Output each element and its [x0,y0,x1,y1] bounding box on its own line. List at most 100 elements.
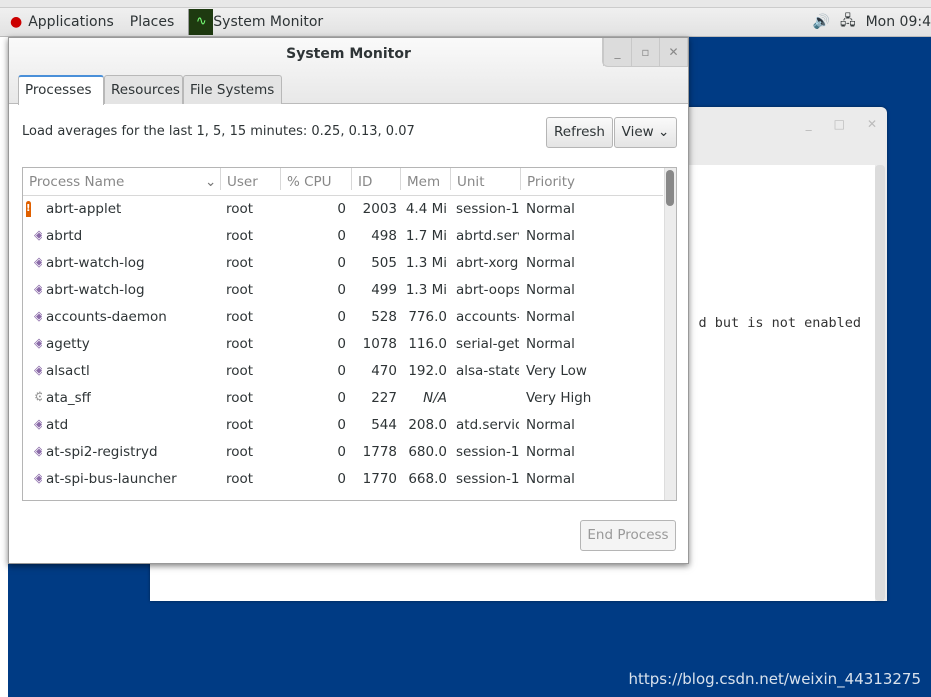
process-name: abrt-watch-log [46,282,145,298]
cpu: 0 [337,336,346,352]
column-priority[interactable]: Priority [520,168,663,190]
pid: 2003 [362,201,397,217]
user: root [226,417,254,433]
unit: abrt-oops [456,282,519,298]
process-icon: ◈ [26,363,42,379]
process-icon: ◈ [26,228,42,244]
pid: 1778 [362,444,397,460]
table-row[interactable]: ◈ agetty root 0 1078 116.0 serial-get No… [23,331,663,358]
unit: alsa-state [456,363,519,379]
cpu: 0 [337,201,346,217]
process-name: atd [46,417,69,433]
process-icon: ◈ [26,444,42,460]
table-row[interactable]: ◈ alsactl root 0 470 192.0 alsa-state Ve… [23,358,663,385]
table-row[interactable]: ◈ at-spi-bus-launcher root 0 1770 668.0 … [23,466,663,493]
memory: 4.4 Mi [405,201,447,217]
table-row[interactable]: ! abrt-applet root 0 2003 4.4 Mi session… [23,196,663,223]
memory: 668.0 [408,471,447,487]
window-controls: _ ▫ ✕ [602,38,688,67]
load-averages: Load averages for the last 1, 5, 15 minu… [22,124,415,139]
user: root [226,201,254,217]
taskbar-item-system-monitor[interactable]: ∿ System Monitor [188,9,323,35]
watermark: https://blog.csdn.net/weixin_44313275 [628,670,921,688]
background-scrollbar[interactable] [875,165,885,601]
cpu: 0 [337,444,346,460]
clock[interactable]: Mon 09:4 [866,14,931,30]
unit: session-1 [456,444,519,460]
tab-processes[interactable]: Processes [18,75,104,105]
priority: Very High [526,390,592,406]
scrollbar-thumb[interactable] [666,170,674,206]
title-bar[interactable]: System Monitor _ ▫ ✕ Processes Resources F… [9,38,688,105]
pid: 227 [371,390,397,406]
priority: Normal [526,417,575,433]
user: root [226,255,254,271]
applications-menu[interactable]: Applications [28,14,114,30]
table-row[interactable]: ◈ abrtd root 0 498 1.7 Mi abrtd.serv Nor… [23,223,663,250]
maximize-button[interactable]: ▫ [631,38,659,66]
user: root [226,390,254,406]
cpu: 0 [337,471,346,487]
memory: 680.0 [408,444,447,460]
volume-icon[interactable]: 🔊 [813,14,830,30]
table-row[interactable]: ◈ at-spi2-registryd root 0 1778 680.0 se… [23,439,663,466]
sort-chevron-icon: ⌄ [205,174,217,190]
minimize-icon[interactable]: _ [806,117,812,131]
unit: atd.servic [456,417,519,433]
pid: 1078 [362,336,397,352]
table-row[interactable]: ⚙ ata_sff root 0 227 N/A Very High [23,385,663,412]
top-panel: ● Applications Places ∿ System Monitor 🔊… [0,8,931,37]
column-mem[interactable]: Mem [400,168,450,190]
tab-file-systems[interactable]: File Systems [183,75,282,104]
table-row[interactable]: ◈ abrt-watch-log root 0 499 1.3 Mi abrt-… [23,277,663,304]
pid: 1770 [362,471,397,487]
column-cpu[interactable]: % CPU [280,168,351,190]
close-icon[interactable]: ✕ [867,117,877,131]
unit: serial-get [456,336,519,352]
taskbar-label: System Monitor [213,14,324,30]
unit: accounts- [456,309,519,325]
minimize-button[interactable]: _ [603,38,631,66]
table-row[interactable]: ◈ abrt-watch-log root 0 505 1.3 Mi abrt-… [23,250,663,277]
chevron-down-icon: ⌄ [653,124,670,140]
network-icon[interactable]: 🖧 [840,10,856,34]
left-background-window [0,37,8,697]
column-user[interactable]: User [220,168,280,190]
column-process-name[interactable]: Process Name ⌄ [23,168,220,190]
unit: session-1 [456,201,519,217]
memory: 776.0 [408,309,447,325]
end-process-button[interactable]: End Process [580,520,676,551]
priority: Normal [526,201,575,217]
process-name: accounts-daemon [46,309,167,325]
cpu: 0 [337,309,346,325]
process-name: ata_sff [46,390,91,406]
process-name: abrt-applet [46,201,122,217]
cpu: 0 [337,282,346,298]
column-id[interactable]: ID [351,168,400,190]
refresh-button[interactable]: Refresh [546,117,613,148]
window-title: System Monitor [286,46,411,62]
user: root [226,309,254,325]
maximize-icon[interactable]: □ [834,117,845,131]
user: root [226,228,254,244]
table-row[interactable]: ◈ atd root 0 544 208.0 atd.servic Normal [23,412,663,439]
close-button[interactable]: ✕ [659,38,687,66]
tab-resources[interactable]: Resources [104,75,183,104]
memory: 116.0 [408,336,447,352]
places-menu[interactable]: Places [130,14,175,30]
system-monitor-icon: ∿ [189,9,214,35]
table-row[interactable]: ◈ accounts-daemon root 0 528 776.0 accou… [23,304,663,331]
process-name: alsactl [46,363,90,379]
view-button[interactable]: View ⌄ [614,117,677,148]
process-icon: ◈ [26,417,42,433]
priority: Very Low [526,363,587,379]
priority: Normal [526,471,575,487]
cpu: 0 [337,363,346,379]
pid: 528 [371,309,397,325]
user: root [226,336,254,352]
scrollbar[interactable] [664,168,676,500]
column-unit[interactable]: Unit [450,168,520,190]
user: root [226,471,254,487]
memory: 208.0 [408,417,447,433]
memory: 1.3 Mi [405,282,447,298]
